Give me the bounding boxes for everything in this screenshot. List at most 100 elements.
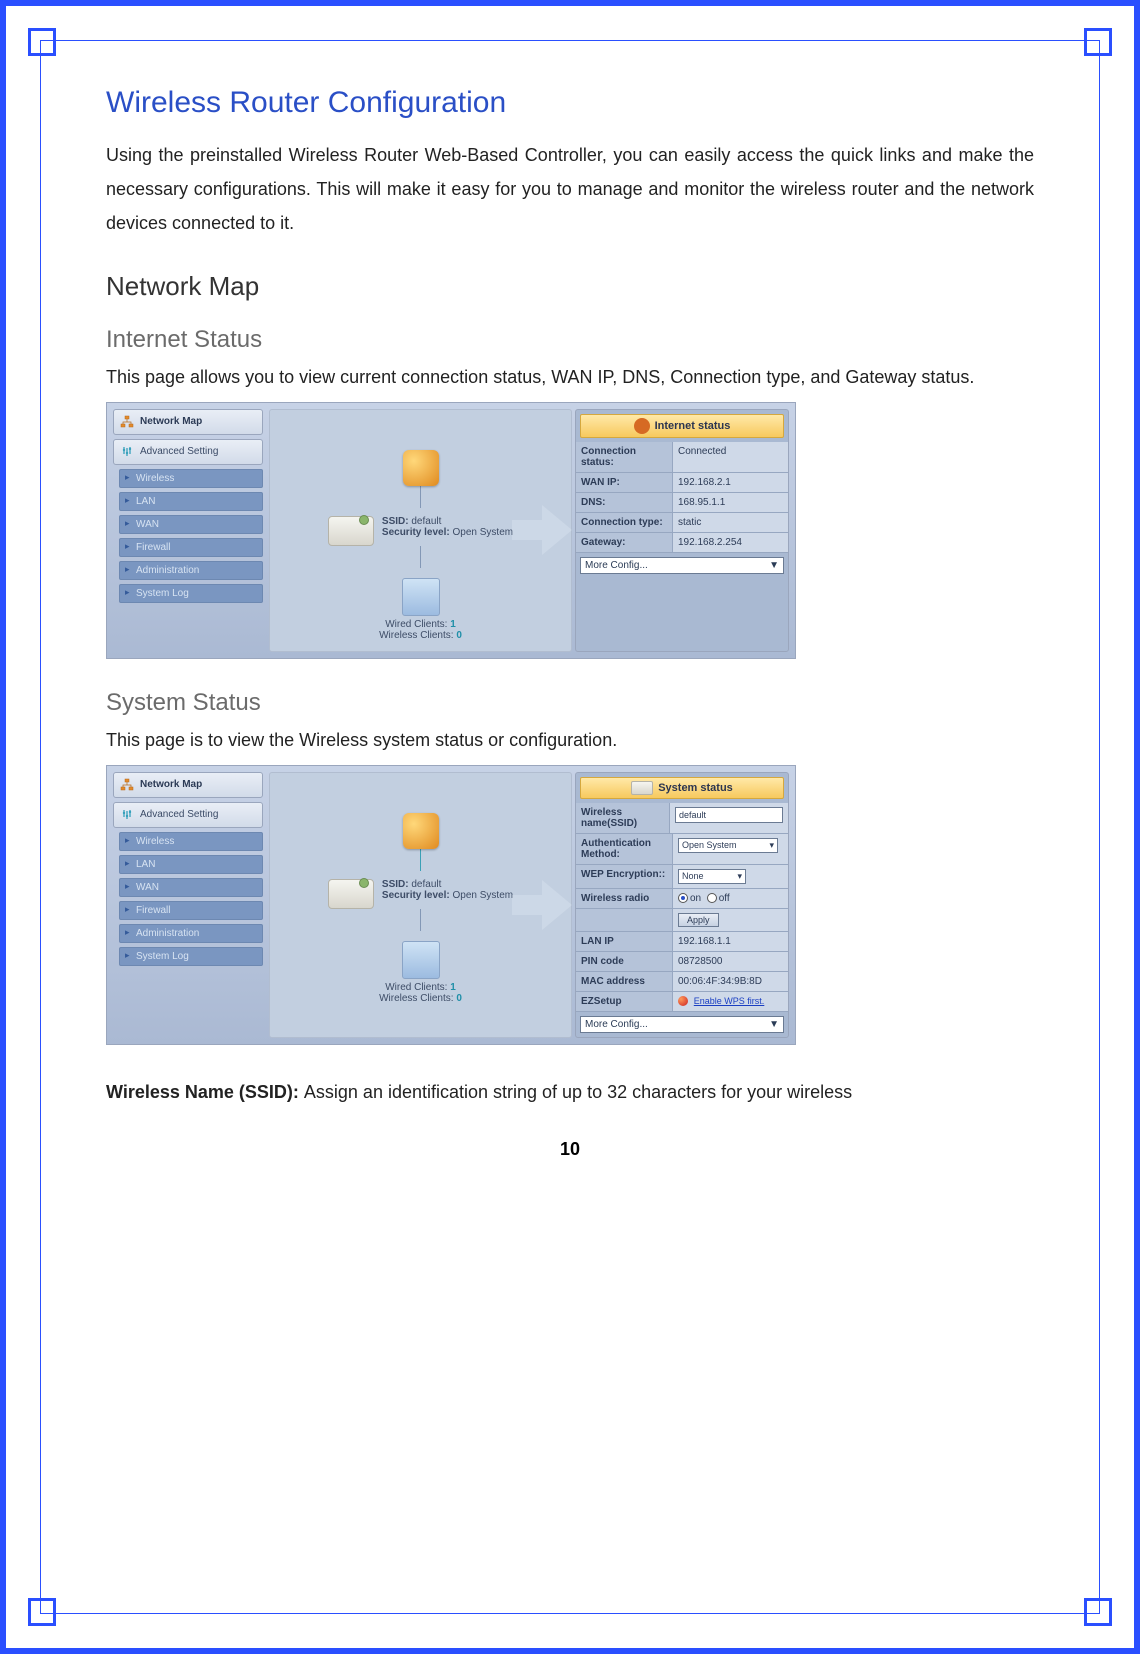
internet-node-icon[interactable] (403, 813, 439, 849)
apply-button[interactable]: Apply (678, 913, 719, 927)
status-label: Connection status: (576, 442, 673, 472)
status-label: Connection type: (576, 513, 673, 532)
internet-status-panel: Internet status Connection status:Connec… (575, 409, 789, 652)
status-label: WEP Encryption:: (576, 865, 673, 888)
auth-method-select[interactable]: Open System▾ (678, 838, 778, 853)
sidebar-item-system-log[interactable]: System Log (119, 584, 263, 603)
subsection-system-status: System Status (106, 689, 1034, 717)
sidebar-item-firewall[interactable]: Firewall (119, 538, 263, 557)
status-value: Apply (673, 909, 788, 931)
system-status-panel: System status Wireless name(SSID) Authen… (575, 772, 789, 1038)
connector-line (420, 546, 421, 568)
status-value: on off (673, 889, 788, 908)
arrow-icon (507, 495, 577, 565)
router-node-icon[interactable] (328, 879, 374, 909)
wps-indicator-icon (678, 996, 688, 1006)
connector-line (420, 486, 421, 508)
page-number: 10 (106, 1139, 1034, 1160)
settings-icon (120, 808, 134, 822)
sidebar-item-system-log[interactable]: System Log (119, 947, 263, 966)
status-label: Gateway: (576, 533, 673, 552)
client-node-icon[interactable] (402, 578, 440, 616)
status-label: Authentication Method: (576, 834, 673, 864)
sidebar-item-network-map[interactable]: Network Map (113, 772, 263, 798)
sidebar-item-lan[interactable]: LAN (119, 855, 263, 874)
page-title: Wireless Router Configuration (106, 86, 1034, 120)
arrow-icon (507, 870, 577, 940)
status-label-empty (576, 909, 673, 931)
section-network-map: Network Map (106, 271, 1034, 302)
status-value: 192.168.2.1 (673, 473, 788, 492)
panel-header: System status (580, 777, 784, 799)
status-label: EZSetup (576, 992, 673, 1011)
sidebar-item-wan[interactable]: WAN (119, 878, 263, 897)
clients-count-text: Wired Clients: 1 Wireless Clients: 0 (379, 619, 462, 641)
sidebar-item-advanced-setting[interactable]: Advanced Setting (113, 439, 263, 465)
sidebar-label: Advanced Setting (140, 446, 218, 457)
sidebar-item-firewall[interactable]: Firewall (119, 901, 263, 920)
router-node-icon[interactable] (328, 516, 374, 546)
corner-decoration (1084, 1598, 1112, 1626)
status-label: Wireless radio (576, 889, 673, 908)
status-value: 192.168.2.254 (673, 533, 788, 552)
screenshot-internet-status: Network Map Advanced Setting Wireless LA… (106, 402, 796, 659)
status-label: MAC address (576, 972, 673, 991)
chevron-down-icon: ▾ (769, 840, 774, 851)
enable-wps-link[interactable]: Enable WPS first. (694, 996, 765, 1006)
sidebar-label: Network Map (140, 779, 202, 790)
intro-paragraph: Using the preinstalled Wireless Router W… (106, 138, 1034, 241)
sidebar-item-advanced-setting[interactable]: Advanced Setting (113, 802, 263, 828)
sidebar-item-administration[interactable]: Administration (119, 924, 263, 943)
more-config-dropdown[interactable]: More Config... ▼ (580, 557, 784, 574)
ssid-input[interactable] (675, 807, 783, 823)
screenshot-system-status: Network Map Advanced Setting Wireless LA… (106, 765, 796, 1045)
chevron-down-icon: ▼ (769, 560, 779, 571)
status-value: 192.168.1.1 (673, 932, 788, 951)
status-value: 00:06:4F:34:9B:8D (673, 972, 788, 991)
sidebar-item-wan[interactable]: WAN (119, 515, 263, 534)
sidebar-label: Network Map (140, 416, 202, 427)
sidebar-item-wireless[interactable]: Wireless (119, 832, 263, 851)
internet-status-desc: This page allows you to view current con… (106, 360, 1034, 394)
sidebar-item-administration[interactable]: Administration (119, 561, 263, 580)
connector-line (420, 849, 421, 871)
network-map-icon (120, 778, 134, 792)
sidebar-item-network-map[interactable]: Network Map (113, 409, 263, 435)
system-status-desc: This page is to view the Wireless system… (106, 723, 1034, 757)
status-value: static (673, 513, 788, 532)
status-label: Wireless name(SSID) (576, 803, 670, 833)
radio-off[interactable] (707, 893, 717, 903)
internet-node-icon[interactable] (403, 450, 439, 486)
subsection-internet-status: Internet Status (106, 326, 1034, 354)
status-label: PIN code (576, 952, 673, 971)
status-label: DNS: (576, 493, 673, 512)
globe-icon (634, 418, 650, 434)
sidebar-item-lan[interactable]: LAN (119, 492, 263, 511)
corner-decoration (1084, 28, 1112, 56)
status-label: WAN IP: (576, 473, 673, 492)
status-value: 08728500 (673, 952, 788, 971)
network-diagram: SSID: default Security level: Open Syste… (269, 772, 572, 1038)
router-icon (631, 781, 653, 795)
status-value: Enable WPS first. (673, 992, 788, 1011)
network-diagram: SSID: default Security level: Open Syste… (269, 409, 572, 652)
chevron-down-icon: ▾ (737, 871, 742, 882)
wep-encryption-select[interactable]: None▾ (678, 869, 746, 884)
connector-line (420, 909, 421, 931)
radio-on[interactable] (678, 893, 688, 903)
sidebar-item-wireless[interactable]: Wireless (119, 469, 263, 488)
ssid-definition: Wireless Name (SSID): Assign an identifi… (106, 1075, 1034, 1109)
sidebar: Network Map Advanced Setting Wireless LA… (107, 766, 269, 1044)
router-info: SSID: default Security level: Open Syste… (382, 879, 513, 901)
status-value: Open System▾ (673, 834, 788, 864)
status-value: 168.95.1.1 (673, 493, 788, 512)
page-frame: Wireless Router Configuration Using the … (0, 0, 1140, 1654)
panel-header: Internet status (580, 414, 784, 438)
corner-decoration (28, 28, 56, 56)
more-config-dropdown[interactable]: More Config... ▼ (580, 1016, 784, 1033)
chevron-down-icon: ▼ (769, 1019, 779, 1030)
status-value: Connected (673, 442, 788, 472)
client-node-icon[interactable] (402, 941, 440, 979)
status-label: LAN IP (576, 932, 673, 951)
corner-decoration (28, 1598, 56, 1626)
